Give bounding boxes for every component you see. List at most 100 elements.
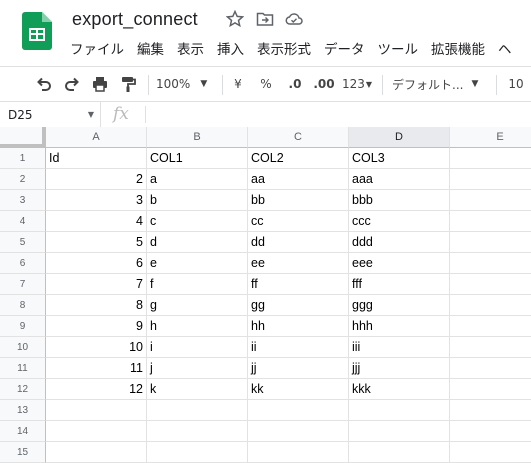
cell-e3[interactable] xyxy=(450,190,531,211)
cell-a12[interactable]: 12 xyxy=(46,379,147,400)
cell-d8[interactable]: ggg xyxy=(349,295,450,316)
row-header-4[interactable]: 4 xyxy=(0,211,46,232)
cell-d6[interactable]: eee xyxy=(349,253,450,274)
cell-d1[interactable]: COL3 xyxy=(349,148,450,169)
decrease-decimal-button[interactable]: .0 xyxy=(284,74,306,94)
cell-c1[interactable]: COL2 xyxy=(248,148,349,169)
document-title[interactable]: export_connect xyxy=(72,9,198,30)
cell-a2[interactable]: 2 xyxy=(46,169,147,190)
column-header-e[interactable]: E xyxy=(450,127,531,148)
cell-b4[interactable]: c xyxy=(147,211,248,232)
undo-icon[interactable] xyxy=(34,74,54,94)
cell-a4[interactable]: 4 xyxy=(46,211,147,232)
cell-c6[interactable]: ee xyxy=(248,253,349,274)
cell-b8[interactable]: g xyxy=(147,295,248,316)
star-icon[interactable] xyxy=(226,10,244,28)
row-header-5[interactable]: 5 xyxy=(0,232,46,253)
cell-e1[interactable] xyxy=(450,148,531,169)
cell-e7[interactable] xyxy=(450,274,531,295)
cell-c12[interactable]: kk xyxy=(248,379,349,400)
cell-a6[interactable]: 6 xyxy=(46,253,147,274)
cell-b2[interactable]: a xyxy=(147,169,248,190)
cell-a11[interactable]: 11 xyxy=(46,358,147,379)
currency-format-button[interactable]: ¥ xyxy=(230,74,246,94)
cell-b6[interactable]: e xyxy=(147,253,248,274)
row-header-8[interactable]: 8 xyxy=(0,295,46,316)
cell-a14[interactable] xyxy=(46,421,147,442)
cell-c4[interactable]: cc xyxy=(248,211,349,232)
row-header-9[interactable]: 9 xyxy=(0,316,46,337)
cell-d5[interactable]: ddd xyxy=(349,232,450,253)
menu-data[interactable]: データ xyxy=(324,38,365,58)
cell-c5[interactable]: dd xyxy=(248,232,349,253)
row-header-2[interactable]: 2 xyxy=(0,169,46,190)
font-family-select[interactable]: デフォルト... ▼ xyxy=(392,74,488,94)
cell-a10[interactable]: 10 xyxy=(46,337,147,358)
cell-a8[interactable]: 8 xyxy=(46,295,147,316)
percent-format-button[interactable]: % xyxy=(258,74,274,94)
row-header-15[interactable]: 15 xyxy=(0,442,46,463)
cell-c15[interactable] xyxy=(248,442,349,463)
select-all-corner[interactable] xyxy=(0,127,46,148)
cell-c9[interactable]: hh xyxy=(248,316,349,337)
cell-e14[interactable] xyxy=(450,421,531,442)
row-header-6[interactable]: 6 xyxy=(0,253,46,274)
menu-format[interactable]: 表示形式 xyxy=(257,38,311,58)
menu-view[interactable]: 表示 xyxy=(177,38,204,58)
cell-e8[interactable] xyxy=(450,295,531,316)
name-box[interactable]: D25 ▼ xyxy=(0,102,101,127)
cell-b11[interactable]: j xyxy=(147,358,248,379)
menu-file[interactable]: ファイル xyxy=(70,38,124,58)
column-header-d[interactable]: D xyxy=(349,127,450,148)
cell-d4[interactable]: ccc xyxy=(349,211,450,232)
cell-d11[interactable]: jjj xyxy=(349,358,450,379)
column-header-c[interactable]: C xyxy=(248,127,349,148)
cell-c7[interactable]: ff xyxy=(248,274,349,295)
row-header-10[interactable]: 10 xyxy=(0,337,46,358)
cell-c10[interactable]: ii xyxy=(248,337,349,358)
cell-d13[interactable] xyxy=(349,400,450,421)
cell-e4[interactable] xyxy=(450,211,531,232)
cell-d14[interactable] xyxy=(349,421,450,442)
cell-c3[interactable]: bb xyxy=(248,190,349,211)
cell-b7[interactable]: f xyxy=(147,274,248,295)
increase-decimal-button[interactable]: .00 xyxy=(311,74,337,94)
cell-b10[interactable]: i xyxy=(147,337,248,358)
cell-c8[interactable]: gg xyxy=(248,295,349,316)
row-header-12[interactable]: 12 xyxy=(0,379,46,400)
sheets-logo-icon[interactable] xyxy=(22,12,52,50)
cell-c2[interactable]: aa xyxy=(248,169,349,190)
cell-b15[interactable] xyxy=(147,442,248,463)
row-header-11[interactable]: 11 xyxy=(0,358,46,379)
cell-a7[interactable]: 7 xyxy=(46,274,147,295)
cell-e10[interactable] xyxy=(450,337,531,358)
cell-e15[interactable] xyxy=(450,442,531,463)
cell-d9[interactable]: hhh xyxy=(349,316,450,337)
row-header-13[interactable]: 13 xyxy=(0,400,46,421)
zoom-select[interactable]: 100% ▼ xyxy=(156,74,216,94)
cell-a15[interactable] xyxy=(46,442,147,463)
cell-d2[interactable]: aaa xyxy=(349,169,450,190)
move-folder-icon[interactable] xyxy=(256,10,274,28)
cell-b5[interactable]: d xyxy=(147,232,248,253)
cell-e2[interactable] xyxy=(450,169,531,190)
cell-e13[interactable] xyxy=(450,400,531,421)
cell-b13[interactable] xyxy=(147,400,248,421)
menu-edit[interactable]: 編集 xyxy=(137,38,164,58)
cell-e12[interactable] xyxy=(450,379,531,400)
cell-b3[interactable]: b xyxy=(147,190,248,211)
cell-b1[interactable]: COL1 xyxy=(147,148,248,169)
row-header-7[interactable]: 7 xyxy=(0,274,46,295)
print-icon[interactable] xyxy=(90,74,110,94)
row-header-3[interactable]: 3 xyxy=(0,190,46,211)
cell-c11[interactable]: jj xyxy=(248,358,349,379)
cell-e11[interactable] xyxy=(450,358,531,379)
menu-tools[interactable]: ツール xyxy=(378,38,419,58)
row-header-14[interactable]: 14 xyxy=(0,421,46,442)
cell-d10[interactable]: iii xyxy=(349,337,450,358)
menu-help[interactable]: ヘ xyxy=(498,38,512,58)
cell-e5[interactable] xyxy=(450,232,531,253)
column-header-a[interactable]: A xyxy=(46,127,147,148)
cell-a13[interactable] xyxy=(46,400,147,421)
cell-d15[interactable] xyxy=(349,442,450,463)
